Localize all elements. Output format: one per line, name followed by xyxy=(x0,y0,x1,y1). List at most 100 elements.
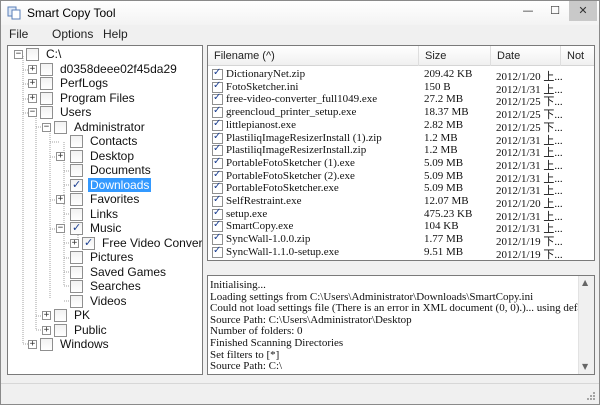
file-row[interactable]: SyncWall-1.1.0-setup.exe 9.51 MB 2012/1/19… xyxy=(208,245,594,260)
file-size-cell: 2.82 MB xyxy=(424,118,464,131)
expand-icon[interactable]: + xyxy=(70,239,79,248)
expand-icon[interactable]: + xyxy=(42,311,51,320)
tree-checkbox[interactable] xyxy=(40,106,53,119)
tree-node-label[interactable]: Searches xyxy=(88,279,143,293)
column-header-date[interactable]: Date xyxy=(491,46,561,66)
tree-node-label[interactable]: C:\ xyxy=(44,47,63,61)
tree-checkbox[interactable] xyxy=(70,193,83,206)
tree-checkbox[interactable] xyxy=(70,280,83,293)
tree-node-label[interactable]: d0358deee02f45da29 xyxy=(58,62,179,76)
tree-node-label[interactable]: Pictures xyxy=(88,250,135,264)
tree-checkbox[interactable] xyxy=(54,324,67,337)
tree-node-label[interactable]: Users xyxy=(58,105,93,119)
scroll-down-arrow-icon[interactable]: ▼ xyxy=(582,362,588,371)
file-name-cell: SyncWall-1.1.0-setup.exe xyxy=(226,245,340,258)
tree-node-label[interactable]: Administrator xyxy=(72,120,147,134)
tree-node-label[interactable]: Music xyxy=(88,221,123,235)
expand-icon[interactable]: + xyxy=(28,94,37,103)
tree-node-label[interactable]: Links xyxy=(88,207,120,221)
tree-checkbox[interactable] xyxy=(54,309,67,322)
tree-checkbox-checked[interactable] xyxy=(82,236,95,250)
file-name-cell: PortableFotoSketcher (1).exe xyxy=(226,156,355,169)
tree-node-label[interactable]: Public xyxy=(72,323,109,337)
close-button[interactable]: ✕ xyxy=(569,1,597,21)
expand-icon[interactable]: + xyxy=(28,79,37,88)
expand-icon[interactable]: + xyxy=(28,340,37,349)
file-size-cell: 1.77 MB xyxy=(424,233,464,246)
tree-checkbox[interactable] xyxy=(70,135,83,148)
log-line: Number of folders: 0 xyxy=(210,325,303,338)
tree-checkbox[interactable] xyxy=(26,48,39,61)
tree-checkbox[interactable] xyxy=(40,77,53,90)
tree-node-label[interactable]: Windows xyxy=(58,337,111,351)
file-row-checkbox[interactable] xyxy=(212,143,223,157)
file-row-checkbox[interactable] xyxy=(212,219,223,233)
log-line: Finished Scanning Directories xyxy=(210,337,344,349)
file-row-checkbox[interactable] xyxy=(212,207,223,220)
tree-checkbox-checked[interactable] xyxy=(70,178,83,192)
file-row-checkbox[interactable] xyxy=(212,131,223,144)
log-line: Could not load settings file (There is a… xyxy=(210,302,595,315)
folder-tree[interactable]: − C:\ + d0358deee02f45da29 + PerfLogs + … xyxy=(7,45,203,375)
tree-checkbox[interactable] xyxy=(54,121,67,134)
column-header-filename[interactable]: Filename (^) xyxy=(208,46,419,66)
log-output[interactable]: Initialising... Loading settings from C:\… xyxy=(207,275,595,375)
tree-checkbox-checked[interactable] xyxy=(70,221,83,235)
tree-checkbox[interactable] xyxy=(70,150,83,163)
menu-help[interactable]: Help xyxy=(103,27,128,41)
column-header-size[interactable]: Size xyxy=(419,46,491,66)
file-row-checkbox[interactable] xyxy=(212,181,223,195)
file-row-checkbox[interactable] xyxy=(212,105,223,119)
file-row-checkbox[interactable] xyxy=(212,118,223,131)
file-row-checkbox[interactable] xyxy=(212,156,223,169)
scroll-up-arrow-icon[interactable]: ▲ xyxy=(582,278,588,287)
file-row-checkbox[interactable] xyxy=(212,169,223,182)
log-scrollbar[interactable]: ▲ ▼ xyxy=(578,276,594,374)
tree-node-label[interactable]: Favorites xyxy=(88,192,141,206)
expand-icon[interactable]: + xyxy=(42,326,51,335)
resize-grip-icon[interactable] xyxy=(584,389,596,401)
app-window: Smart Copy Tool — ☐ ✕ File Options Help xyxy=(0,0,600,405)
tree-node-label[interactable]: Videos xyxy=(88,294,128,308)
file-row-checkbox[interactable] xyxy=(212,194,223,207)
tree-node-label[interactable]: PerfLogs xyxy=(58,76,110,90)
tree-checkbox[interactable] xyxy=(40,63,53,76)
tree-node-label[interactable]: Saved Games xyxy=(88,265,168,279)
collapse-icon[interactable]: − xyxy=(14,50,23,59)
tree-checkbox[interactable] xyxy=(70,251,83,264)
expand-icon[interactable]: + xyxy=(28,65,37,74)
tree-checkbox[interactable] xyxy=(70,295,83,308)
collapse-icon[interactable]: − xyxy=(56,224,65,233)
tree-checkbox[interactable] xyxy=(40,338,53,351)
menu-options[interactable]: Options xyxy=(52,27,93,41)
menu-file[interactable]: File xyxy=(9,27,28,41)
tree-checkbox[interactable] xyxy=(70,266,83,279)
file-row-checkbox[interactable] xyxy=(212,245,223,258)
file-size-cell: 5.09 MB xyxy=(424,169,464,182)
file-list[interactable]: Filename (^) Size Date Not DictionaryNet… xyxy=(207,45,595,261)
file-row-checkbox[interactable] xyxy=(212,92,223,106)
file-list-header: Filename (^) Size Date Not xyxy=(208,46,594,66)
column-header-note[interactable]: Not xyxy=(561,46,594,66)
tree-checkbox[interactable] xyxy=(70,208,83,221)
tree-node-label[interactable]: Contacts xyxy=(88,134,139,148)
collapse-icon[interactable]: − xyxy=(28,108,37,117)
file-row-checkbox[interactable] xyxy=(212,80,223,93)
tree-node-label[interactable]: Program Files xyxy=(58,91,137,105)
minimize-button[interactable]: — xyxy=(515,1,541,21)
file-row-checkbox[interactable] xyxy=(212,232,223,246)
title-bar[interactable]: Smart Copy Tool — ☐ ✕ xyxy=(1,1,599,25)
tree-node-label-selected[interactable]: Downloads xyxy=(88,178,152,192)
tree-checkbox[interactable] xyxy=(40,92,53,105)
expand-icon[interactable]: + xyxy=(56,152,65,161)
collapse-icon[interactable]: − xyxy=(42,123,51,132)
file-row-checkbox[interactable] xyxy=(212,67,223,80)
tree-node-label[interactable]: Documents xyxy=(88,163,153,177)
tree-node-label[interactable]: PK xyxy=(72,308,92,322)
file-name-cell: PlastiliqImageResizerInstall.zip xyxy=(226,144,367,157)
tree-checkbox[interactable] xyxy=(70,164,83,177)
expand-icon[interactable]: + xyxy=(56,195,65,204)
maximize-button[interactable]: ☐ xyxy=(542,1,568,21)
tree-node-label[interactable]: Desktop xyxy=(88,149,136,163)
tree-node-label[interactable]: Free Video Converte xyxy=(100,236,202,250)
